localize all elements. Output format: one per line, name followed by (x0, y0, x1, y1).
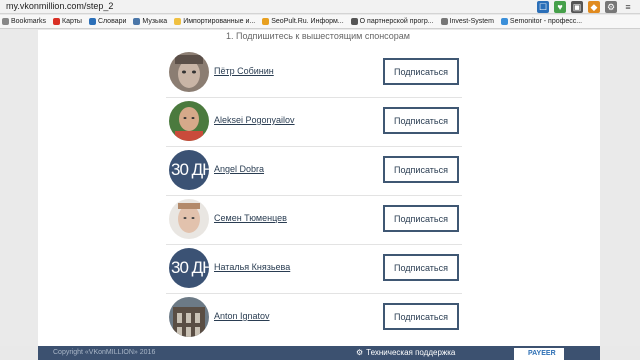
gear-icon: ⚙ (356, 348, 364, 357)
subscribe-button[interactable]: Подписаться (383, 107, 459, 134)
extension-icons: ☐ ♥ ▣ ◆ ⚙ ≡ (537, 1, 634, 13)
thirty-days-image: 30 ДН (169, 248, 209, 288)
avatar[interactable]: 30 ДН (169, 150, 209, 190)
apps-icon (2, 18, 9, 25)
subscribe-button[interactable]: Подписаться (383, 303, 459, 330)
thirty-days-image: 30 ДН (169, 150, 209, 190)
sponsor-row: 30 ДН Angel Dobra Подписаться (166, 147, 462, 196)
bookmark-item[interactable]: Bookmarks (2, 18, 49, 25)
bookmark-item[interactable]: Карты (53, 18, 85, 25)
avatar[interactable] (169, 101, 209, 141)
sponsor-name-link[interactable]: Семен Тюменцев (214, 213, 287, 223)
extension-icon[interactable]: ◆ (588, 1, 600, 13)
sponsor-name-link[interactable]: Пётр Собинин (214, 66, 274, 76)
bookmark-item[interactable]: Импортированные и... (174, 18, 258, 25)
music-icon (133, 18, 141, 25)
sponsor-name-link[interactable]: Angel Dobra (214, 164, 264, 174)
avatar[interactable] (169, 297, 209, 337)
sponsor-row: Семен Тюменцев Подписаться (166, 196, 462, 245)
subscribe-button[interactable]: Подписаться (383, 205, 459, 232)
avatar[interactable] (169, 52, 209, 92)
subscribe-button[interactable]: Подписаться (383, 254, 459, 281)
support-label: Техническая поддержка (366, 348, 456, 357)
sponsor-row: Пётр Собинин Подписаться (166, 49, 462, 98)
folder-icon (174, 18, 182, 25)
menu-icon[interactable]: ≡ (622, 1, 634, 13)
extension-icon[interactable]: ♥ (554, 1, 566, 13)
avatar[interactable]: 30 ДН (169, 248, 209, 288)
sponsor-name-link[interactable]: Aleksei Pogonyailov (214, 115, 295, 125)
map-pin-icon (53, 18, 61, 25)
footer: Copyright «VKonMILLION» 2016 ⚙ Техническ… (38, 346, 600, 360)
step-heading: 1. Подпишитесь к вышестоящим спонсорам (226, 31, 410, 41)
extension-icon[interactable]: ⚙ (605, 1, 617, 13)
copyright-text: Copyright «VKonMILLION» 2016 (53, 349, 156, 356)
avatar[interactable] (169, 199, 209, 239)
sponsor-name-link[interactable]: Наталья Князьева (214, 262, 290, 272)
page-viewport: 1. Подпишитесь к вышестоящим спонсорам П… (0, 30, 640, 346)
sponsor-row: Aleksei Pogonyailov Подписаться (166, 98, 462, 147)
bookmark-item[interactable]: Словари (88, 18, 129, 25)
bookmark-item[interactable]: Invest-System (440, 18, 497, 25)
semonitor-icon (500, 18, 508, 25)
page-icon (440, 18, 448, 25)
subscribe-button[interactable]: Подписаться (383, 156, 459, 183)
browser-address-bar: my.vkonmillion.com/step_2 ☐ ♥ ▣ ◆ ⚙ ≡ (0, 0, 640, 14)
sponsor-row: 30 ДН Наталья Князьева Подписаться (166, 245, 462, 294)
sponsor-row: Anton Ignatov Подписаться (166, 294, 462, 343)
bookmark-item[interactable]: Semonitor - професс... (500, 18, 585, 25)
payeer-logo[interactable]: PAYEER (514, 348, 564, 360)
dictionary-icon (88, 18, 96, 25)
bookmark-item[interactable]: SeoPult.Ru. Информ... (262, 18, 346, 25)
url-field[interactable]: my.vkonmillion.com/step_2 (6, 1, 113, 11)
bookmark-item[interactable]: Музыка (133, 18, 170, 25)
extension-icon[interactable]: ☐ (537, 1, 549, 13)
subscribe-button[interactable]: Подписаться (383, 58, 459, 85)
bookmarks-bar: Bookmarks Карты Словари Музыка Импортиро… (0, 15, 640, 29)
bookmark-item[interactable]: О партнерской прогр... (350, 18, 437, 25)
extension-icon[interactable]: ▣ (571, 1, 583, 13)
seopult-icon (262, 18, 270, 25)
page-icon (350, 18, 358, 25)
sponsor-name-link[interactable]: Anton Ignatov (214, 311, 270, 321)
support-link[interactable]: ⚙ Техническая поддержка (356, 348, 455, 357)
